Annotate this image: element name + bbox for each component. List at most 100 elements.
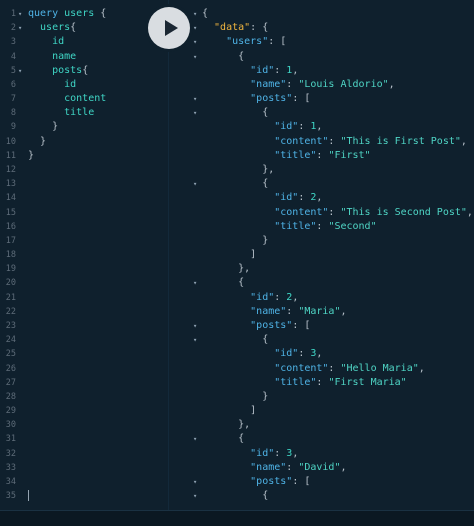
editor-line[interactable]: 20 — [0, 276, 168, 290]
editor-line[interactable]: 34 — [0, 475, 168, 489]
line-number: 31 — [5, 434, 16, 445]
result-viewer[interactable]: ▾{▾ "data": {▾ "users": [▾{"id": 1, "name":… — [169, 0, 474, 510]
result-line: } — [169, 390, 474, 404]
editor-line[interactable]: 11} — [0, 149, 168, 163]
json-token: "users" — [226, 36, 269, 48]
json-token: { — [202, 8, 209, 19]
fold-arrow-icon[interactable]: ▾ — [193, 21, 197, 35]
editor-line[interactable]: 7 content — [0, 92, 168, 106]
json-token: } — [262, 234, 269, 246]
fold-arrow-icon[interactable]: ▾ — [193, 319, 197, 333]
editor-line[interactable]: 28 — [0, 390, 168, 404]
fold-arrow-icon[interactable]: ▾ — [193, 92, 197, 106]
editor-line[interactable]: 27 — [0, 376, 168, 390]
editor-line[interactable]: 1 ▾ query users { — [0, 7, 168, 21]
json-text: { — [238, 432, 244, 446]
result-line: "id": 3, — [169, 347, 474, 361]
editor-line[interactable]: 12 — [0, 163, 168, 177]
editor-line[interactable]: 18 — [0, 248, 168, 262]
fold-arrow-icon[interactable]: ▾ — [193, 432, 197, 446]
fold-arrow-icon[interactable]: ▾ — [193, 35, 197, 49]
line-number: 28 — [5, 391, 16, 402]
editor-line[interactable]: 2 ▾ users{ — [0, 21, 168, 35]
run-query-button[interactable] — [148, 7, 190, 49]
editor-line[interactable]: 31 — [0, 432, 168, 446]
fold-arrow-icon[interactable]: ▾ — [18, 7, 22, 21]
result-line: }, — [169, 163, 474, 177]
editor-line[interactable]: 26 — [0, 362, 168, 376]
editor-line[interactable]: 25 — [0, 347, 168, 361]
editor-line[interactable]: 32 — [0, 447, 168, 461]
editor-line[interactable]: 14 — [0, 191, 168, 205]
editor-line[interactable]: 6 id — [0, 78, 168, 92]
editor-line[interactable]: 3 id — [0, 35, 168, 49]
json-token: { — [262, 490, 269, 502]
result-line: ▾{ — [169, 177, 474, 191]
code-text: users{ — [40, 21, 76, 35]
json-token: , — [292, 64, 299, 76]
json-text: "name": "David", — [250, 461, 346, 475]
result-line: "id": 2, — [169, 191, 474, 205]
result-line: "id": 1, — [169, 64, 474, 78]
editor-line[interactable]: 21 — [0, 291, 168, 305]
fold-arrow-icon[interactable]: ▾ — [193, 50, 197, 64]
editor-line[interactable]: 16 — [0, 220, 168, 234]
json-token: "posts" — [250, 93, 293, 105]
json-token: : — [274, 447, 287, 459]
json-token: : — [328, 362, 341, 374]
result-line: "id": 2, — [169, 291, 474, 305]
editor-line[interactable]: 15 — [0, 206, 168, 220]
fold-arrow-icon[interactable]: ▾ — [193, 333, 197, 347]
fold-arrow-icon[interactable]: ▾ — [193, 177, 197, 191]
json-text: { — [262, 333, 268, 347]
editor-line[interactable]: 33 — [0, 461, 168, 475]
editor-line[interactable]: 5 ▾ posts{ — [0, 64, 168, 78]
json-token: , — [340, 305, 347, 317]
line-number: 25 — [5, 349, 16, 360]
json-text: { — [238, 276, 244, 290]
json-token: "name" — [250, 78, 287, 90]
json-token: , — [418, 362, 425, 374]
query-editor[interactable]: 1 ▾ query users {2 ▾ users{3 id 4 name 5 ▾ posts{6… — [0, 0, 169, 510]
fold-arrow-icon[interactable]: ▾ — [193, 7, 197, 21]
json-text: "title": "Second" — [274, 220, 376, 234]
editor-line[interactable]: 35 — [0, 489, 168, 503]
fold-arrow-icon[interactable]: ▾ — [193, 475, 197, 489]
editor-line[interactable]: 23 — [0, 319, 168, 333]
code-token: } — [40, 135, 47, 147]
json-text: "title": "First" — [274, 149, 370, 163]
json-text: { — [262, 177, 268, 191]
line-number: 9 — [10, 122, 16, 133]
json-text: "posts": [ — [250, 319, 310, 333]
json-token: : — [286, 461, 299, 473]
json-token: "First" — [328, 149, 371, 161]
fold-arrow-icon[interactable]: ▾ — [193, 276, 197, 290]
fold-arrow-icon[interactable]: ▾ — [18, 21, 22, 35]
editor-line[interactable]: 10} — [0, 135, 168, 149]
editor-line[interactable]: 4 name — [0, 50, 168, 64]
fold-arrow-icon[interactable]: ▾ — [193, 106, 197, 120]
editor-line[interactable]: 30 — [0, 418, 168, 432]
text-cursor — [28, 489, 29, 501]
json-text: "name": "Maria", — [250, 305, 346, 319]
fold-arrow-icon[interactable]: ▾ — [18, 64, 22, 78]
json-token: "name" — [250, 305, 287, 317]
editor-line[interactable]: 8 title — [0, 106, 168, 120]
json-token: "This is First Post" — [340, 135, 461, 147]
json-text: "users": [ — [226, 35, 286, 49]
json-token: { — [262, 178, 269, 190]
json-token: "First Maria" — [328, 376, 407, 388]
json-token: "id" — [274, 121, 299, 133]
editor-line[interactable]: 22 — [0, 305, 168, 319]
editor-line[interactable]: 29 — [0, 404, 168, 418]
editor-line[interactable]: 17 — [0, 234, 168, 248]
editor-line[interactable]: 9} — [0, 120, 168, 134]
line-number: 8 — [10, 108, 16, 119]
result-line: ] — [169, 404, 474, 418]
editor-line[interactable]: 19 — [0, 262, 168, 276]
editor-line[interactable]: 24 — [0, 333, 168, 347]
line-number: 18 — [5, 250, 16, 261]
fold-arrow-icon[interactable]: ▾ — [193, 489, 197, 503]
editor-line[interactable]: 13 — [0, 177, 168, 191]
json-token: "content" — [274, 206, 329, 218]
